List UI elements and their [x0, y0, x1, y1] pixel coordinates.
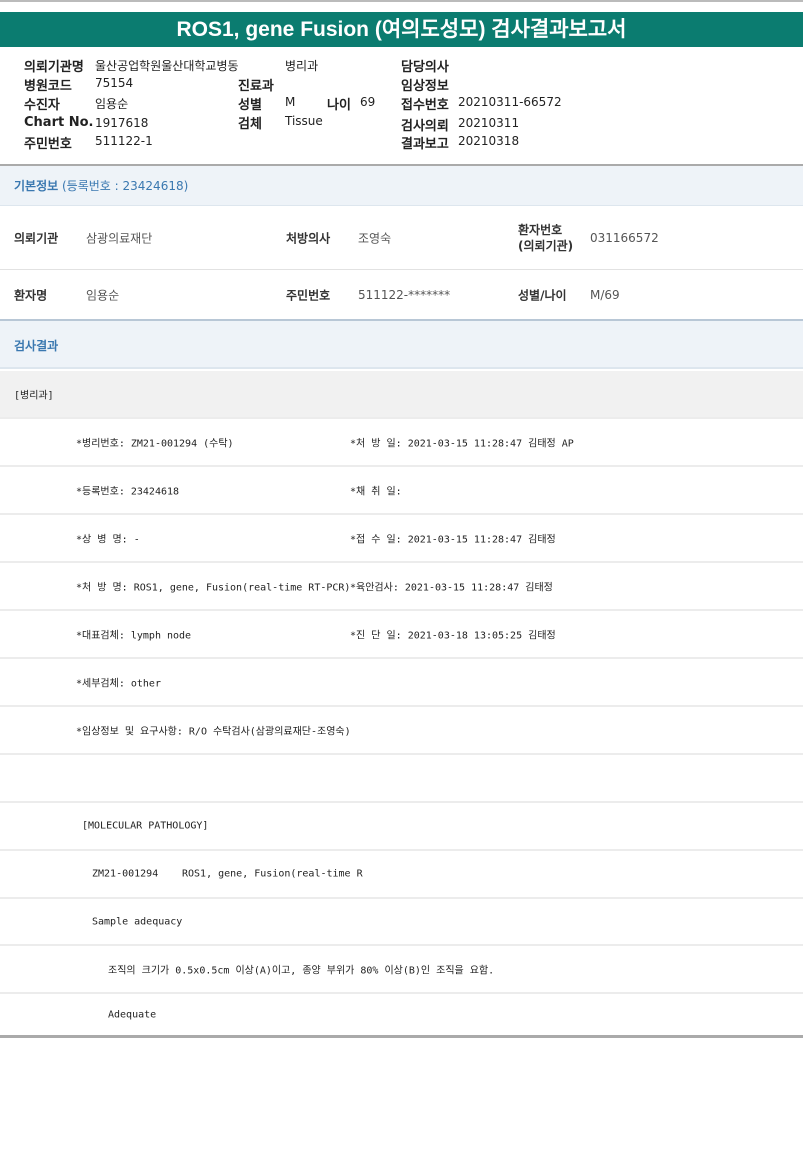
result-left: *상 병 명: -	[76, 534, 140, 546]
basic-info-row: 의뢰기관 삼광의료재단 처방의사 조영숙 환자번호 (의뢰기관) 03116657…	[0, 207, 803, 270]
sexage-label: 성별/나이	[518, 288, 567, 303]
adequacy-value: Adequate	[108, 1009, 157, 1020]
result-left: *처 방 명: ROS1, gene, Fusion(real-time RT-…	[76, 582, 351, 594]
result-left: *등록번호: 23424618	[76, 486, 180, 498]
registration-number: (등록번호 : 23424618)	[62, 179, 189, 193]
age-label: 나이	[327, 98, 351, 113]
report-title: ROS1, gene Fusion (여의도성모) 검사결과보고서	[0, 12, 803, 47]
hosp-code-label: 병원코드	[24, 79, 72, 94]
result-left: *세부검체: other	[76, 678, 161, 690]
criteria-row: 조직의 크기가 0.5x0.5cm 이상(A)이고, 종양 부위가 80% 이상…	[0, 946, 803, 994]
name-label: 환자명	[14, 288, 48, 303]
rrn-label: 주민번호	[286, 288, 331, 303]
result-right: *육안검사: 2021-03-15 11:28:47 김태정	[350, 582, 553, 594]
specimen-label: 검체	[238, 117, 262, 132]
patient-label: 수진자	[24, 98, 60, 113]
result-row: *상 병 명: - *접 수 일: 2021-03-15 11:28:47 김태정	[0, 515, 803, 563]
pid-label-2: (의뢰기관)	[518, 239, 574, 253]
basic-info-title: 기본정보	[14, 179, 59, 193]
mol-title: [MOLECULAR PATHOLOGY]	[82, 820, 209, 832]
dept-label: 진료과	[238, 79, 274, 94]
top-border	[0, 0, 803, 2]
sexage-value: M/69	[590, 288, 620, 302]
result-row: *세부검체: other	[0, 659, 803, 707]
result-right: *채 취 일:	[350, 486, 402, 498]
basic-info-section-header: 기본정보 (등록번호 : 23424618)	[0, 166, 803, 206]
chart-value: 1917618	[95, 116, 149, 130]
dept-label: [병리과]	[14, 390, 54, 402]
doctor-label: 담당의사	[401, 60, 449, 75]
presc-value: 조영숙	[358, 231, 392, 246]
patient-value: 임용순	[95, 97, 129, 111]
result-left: *대표검체: lymph node	[76, 630, 192, 642]
test-req-value: 20210311	[458, 116, 520, 130]
rrn-label: 주민번호	[24, 137, 72, 152]
result-right: *진 단 일: 2021-03-18 13:05:25 김태정	[350, 630, 556, 642]
hosp-code-value: 75154	[95, 76, 134, 90]
test-req-label: 검사의뢰	[401, 119, 449, 134]
specimen-value: Tissue	[285, 114, 323, 128]
result-row: *등록번호: 23424618 *채 취 일:	[0, 467, 803, 515]
mol-title-row: [MOLECULAR PATHOLOGY]	[0, 803, 803, 851]
report-value: 20210318	[458, 134, 520, 148]
req-inst-label: 의뢰기관명	[24, 60, 84, 75]
result-right: *처 방 일: 2021-03-15 11:28:47 김태정 AP	[350, 438, 574, 450]
basic-info-row: 환자명 임용순 주민번호 511122-******* 성별/나이 M/69	[0, 271, 803, 319]
ward-value: 병리과	[285, 59, 319, 73]
result-row: *처 방 명: ROS1, gene, Fusion(real-time RT-…	[0, 563, 803, 611]
pid-label-1: 환자번호	[518, 223, 563, 237]
result-left: *병리번호: ZM21-001294 (수탁)	[76, 438, 234, 450]
mol-test-row: ZM21-001294 ROS1, gene, Fusion(real-time …	[0, 851, 803, 899]
receipt-value: 20210311-66572	[458, 95, 562, 109]
inst-label: 의뢰기관	[14, 231, 59, 246]
result-row: *병리번호: ZM21-001294 (수탁) *처 방 일: 2021-03-1…	[0, 419, 803, 467]
result-row: *임상정보 및 요구사항: R/O 수탁검사(삼광의료재단-조영숙)	[0, 707, 803, 755]
adequacy-row: Adequate	[0, 994, 803, 1038]
clinical-label: 임상정보	[401, 79, 449, 94]
result-row: *대표검체: lymph node *진 단 일: 2021-03-18 13:0…	[0, 611, 803, 659]
sex-label: 성별	[238, 98, 262, 113]
criteria-text: 조직의 크기가 0.5x0.5cm 이상(A)이고, 종양 부위가 80% 이상…	[108, 965, 495, 977]
empty-row	[0, 755, 803, 803]
sample-adequacy-row: Sample adequacy	[0, 899, 803, 946]
result-left: *임상정보 및 요구사항: R/O 수탁검사(삼광의료재단-조영숙)	[76, 726, 351, 738]
req-inst-value: 울산공업학원울산대학교병동	[95, 59, 239, 73]
pid-value: 031166572	[590, 231, 659, 245]
inst-value: 삼광의료재단	[86, 231, 153, 246]
presc-label: 처방의사	[286, 231, 331, 246]
results-title: 검사결과	[14, 339, 59, 353]
chart-label: Chart No.	[24, 115, 94, 130]
rrn-value: 511122-*******	[358, 288, 451, 302]
rrn-value: 511122-1	[95, 134, 153, 148]
result-right: *접 수 일: 2021-03-15 11:28:47 김태정	[350, 534, 556, 546]
name-value: 임용순	[86, 288, 120, 303]
report-label: 결과보고	[401, 137, 449, 152]
dept-row: [병리과]	[0, 371, 803, 419]
results-section-header: 검사결과	[0, 321, 803, 369]
mol-test: ROS1, gene, Fusion(real-time R	[182, 868, 363, 880]
sample-adequacy-label: Sample adequacy	[92, 916, 183, 927]
age-value: 69	[360, 95, 376, 109]
mol-id: ZM21-001294	[92, 868, 159, 880]
sex-value: M	[285, 95, 296, 109]
receipt-label: 접수번호	[401, 98, 449, 113]
